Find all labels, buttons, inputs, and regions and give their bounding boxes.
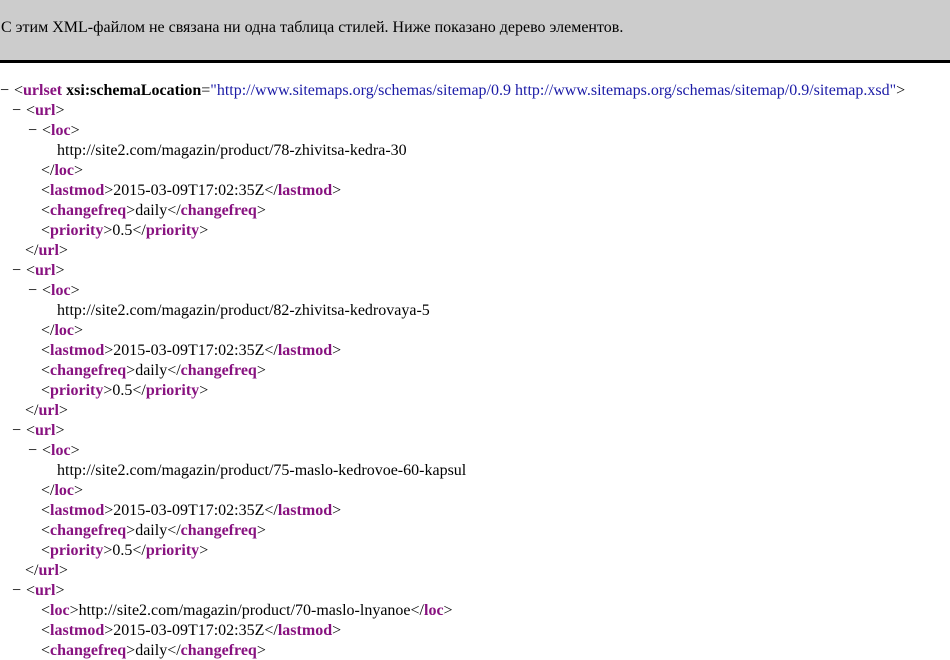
lastmod-value: 2015-03-09T17:02:35Z (113, 502, 265, 519)
url-open: − <url> (12, 421, 65, 441)
lastmod-value: 2015-03-09T17:02:35Z (113, 342, 265, 359)
url-open: − <url> (12, 581, 65, 601)
collapse-toggle[interactable]: − (0, 81, 14, 101)
loc-element: <loc>http://site2.com/magazin/product/70… (41, 602, 453, 619)
priority-value: 0.5 (112, 542, 133, 559)
loc-open: − <loc> (28, 441, 80, 461)
priority-value: 0.5 (112, 382, 133, 399)
lastmod-value: 2015-03-09T17:02:35Z (113, 622, 265, 639)
collapse-toggle[interactable]: − (28, 441, 42, 461)
priority-value: 0.5 (112, 222, 133, 239)
xml-tree: − <urlset xsi:schemaLocation="http://www.… (0, 81, 950, 660)
loc-value: http://site2.com/magazin/product/82-zhiv… (57, 302, 430, 319)
loc-value: http://site2.com/magazin/product/70-masl… (78, 602, 411, 619)
url-open: − <url> (12, 261, 65, 281)
collapse-toggle[interactable]: − (12, 421, 26, 441)
attr-name: xsi:schemaLocation (66, 82, 202, 99)
loc-close: </loc> (41, 482, 84, 499)
banner-message: С этим XML-файлом не связана ни одна таб… (1, 19, 624, 36)
loc-close: </loc> (41, 162, 84, 179)
changefreq-element: <changefreq>daily</changefreq> (41, 522, 266, 539)
attr-value: "http://www.sitemaps.org/schemas/sitemap… (210, 82, 897, 99)
loc-value: http://site2.com/magazin/product/78-zhiv… (57, 142, 407, 159)
loc-close: </loc> (41, 322, 84, 339)
priority-element: <priority>0.5</priority> (41, 222, 209, 239)
priority-element: <priority>0.5</priority> (41, 542, 209, 559)
no-stylesheet-banner: С этим XML-файлом не связана ни одна таб… (0, 0, 950, 63)
loc-open: − <loc> (28, 121, 80, 141)
changefreq-element: <changefreq>daily</changefreq> (41, 202, 266, 219)
xml-root-open: − <urlset xsi:schemaLocation="http://www.… (0, 81, 906, 101)
changefreq-value: daily (135, 522, 168, 539)
loc-value: http://site2.com/magazin/product/75-masl… (57, 462, 467, 479)
collapse-toggle[interactable]: − (28, 281, 42, 301)
lastmod-value: 2015-03-09T17:02:35Z (113, 182, 265, 199)
collapse-toggle[interactable]: − (12, 261, 26, 281)
priority-element: <priority>0.5</priority> (41, 382, 209, 399)
changefreq-value: daily (135, 642, 168, 659)
url-close: </url> (25, 402, 68, 419)
url-close: </url> (25, 562, 68, 579)
lastmod-element: <lastmod>2015-03-09T17:02:35Z</lastmod> (41, 502, 342, 519)
collapse-toggle[interactable]: − (28, 121, 42, 141)
url-open: − <url> (12, 101, 65, 121)
changefreq-element: <changefreq>daily</changefreq> (41, 362, 266, 379)
changefreq-value: daily (135, 362, 168, 379)
collapse-toggle[interactable]: − (12, 581, 26, 601)
lastmod-element: <lastmod>2015-03-09T17:02:35Z</lastmod> (41, 182, 342, 199)
url-close: </url> (25, 242, 68, 259)
collapse-toggle[interactable]: − (12, 101, 26, 121)
loc-open: − <loc> (28, 281, 80, 301)
changefreq-element: <changefreq>daily</changefreq> (41, 642, 266, 659)
lastmod-element: <lastmod>2015-03-09T17:02:35Z</lastmod> (41, 342, 342, 359)
lastmod-element: <lastmod>2015-03-09T17:02:35Z</lastmod> (41, 622, 342, 639)
changefreq-value: daily (135, 202, 168, 219)
tag-name: urlset (23, 82, 63, 99)
